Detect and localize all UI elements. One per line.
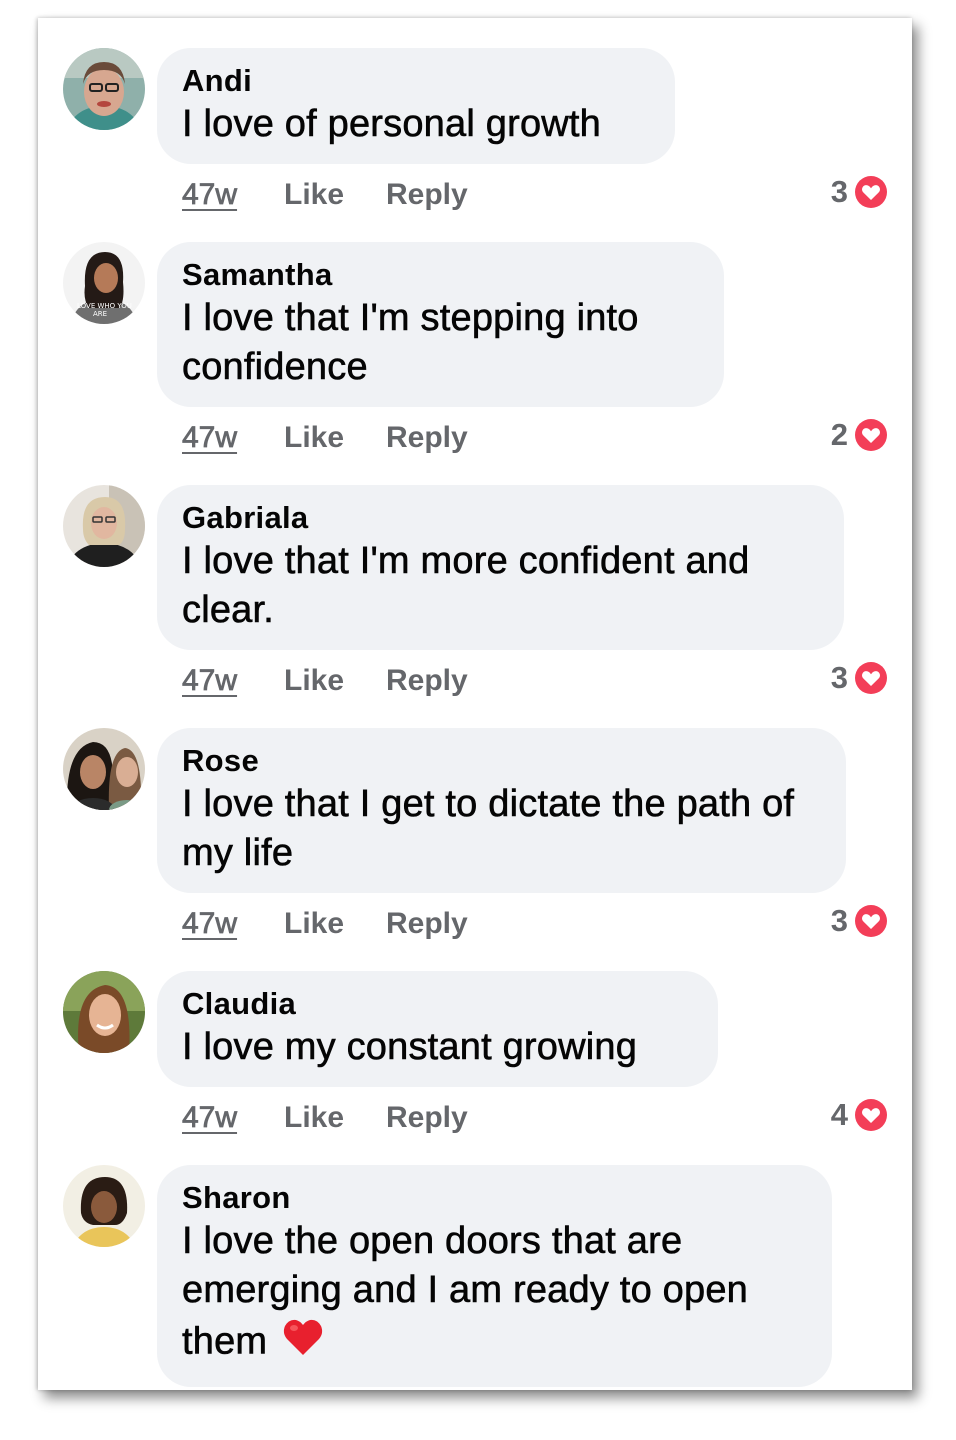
avatar[interactable]: LOVE WHO YOU ARE (63, 242, 145, 324)
red-heart-emoji (281, 1315, 325, 1372)
reaction-count: 2 (830, 417, 848, 452)
comment-author[interactable]: Samantha (182, 256, 699, 294)
reaction-summary[interactable]: 3 (831, 658, 888, 698)
reaction-summary[interactable]: 2 (831, 415, 888, 455)
reply-button[interactable]: Reply (386, 175, 468, 215)
comment-bubble: Gabriala I love that I'm more confident … (157, 485, 844, 650)
reaction-count: 4 (830, 1097, 848, 1132)
comment-bubble: Andi I love of personal growth (157, 48, 675, 164)
comment-author[interactable]: Sharon (182, 1179, 807, 1217)
comment-author[interactable]: Andi (182, 62, 650, 100)
comment-timestamp[interactable]: 47w (182, 175, 238, 215)
comment-text: I love that I get to dictate the path of… (182, 783, 795, 875)
comment-actions: 47w Like Reply (182, 661, 882, 701)
comment-text: I love of personal growth (182, 103, 602, 146)
comment-text: I love my constant growing (182, 1026, 638, 1069)
comment-bubble: Claudia I love my constant growing (157, 971, 718, 1087)
reaction-count: 3 (830, 903, 848, 938)
like-button[interactable]: Like (284, 418, 344, 458)
comment-text: I love the open doors that are emerging … (182, 1217, 812, 1372)
comment-timestamp[interactable]: 47w (182, 904, 238, 944)
avatar[interactable] (63, 48, 145, 130)
like-button[interactable]: Like (284, 1098, 344, 1138)
reaction-summary[interactable]: 3 (831, 901, 888, 941)
comment-timestamp[interactable]: 47w (182, 418, 238, 458)
love-reaction-icon (855, 905, 887, 937)
comment-author[interactable]: Claudia (182, 985, 693, 1023)
comment-author[interactable]: Rose (182, 742, 821, 780)
comment-text-body: I love the open doors that are emerging … (182, 1220, 748, 1363)
love-reaction-icon (855, 419, 887, 451)
svg-text:LOVE WHO YOU: LOVE WHO YOU (77, 302, 132, 310)
comment-actions: 47w Like Reply (182, 1098, 882, 1138)
comment-bubble: Samantha I love that I'm stepping into c… (157, 242, 724, 407)
reaction-count: 3 (830, 174, 848, 209)
avatar[interactable] (63, 728, 145, 810)
reaction-count: 3 (830, 660, 848, 695)
reaction-summary[interactable]: 4 (831, 1095, 888, 1135)
reply-button[interactable]: Reply (386, 418, 468, 458)
reaction-summary[interactable]: 3 (831, 172, 888, 212)
avatar[interactable] (63, 1165, 145, 1247)
avatar[interactable] (63, 971, 145, 1053)
reply-button[interactable]: Reply (386, 904, 468, 944)
avatar[interactable] (63, 485, 145, 567)
comment-bubble: Sharon I love the open doors that are em… (157, 1165, 832, 1387)
comment-actions: 47w Like Reply (182, 175, 882, 215)
reply-button[interactable]: Reply (386, 661, 468, 701)
comment-timestamp[interactable]: 47w (182, 661, 238, 701)
comment-timestamp[interactable]: 47w (182, 1098, 238, 1138)
love-reaction-icon (855, 1099, 887, 1131)
reply-button[interactable]: Reply (386, 1098, 468, 1138)
comment-author[interactable]: Gabriala (182, 499, 819, 537)
comment-text: I love that I'm more confident and clear… (182, 540, 750, 632)
svg-text:ARE: ARE (93, 310, 107, 318)
comments-panel: Andi I love of personal growth 47w Like … (38, 18, 912, 1390)
love-reaction-icon (855, 176, 887, 208)
love-reaction-icon (855, 662, 887, 694)
comment-actions: 47w Like Reply (182, 418, 882, 458)
comment-text: I love that I'm stepping into confidence (182, 297, 639, 389)
like-button[interactable]: Like (284, 661, 344, 701)
comment-bubble: Rose I love that I get to dictate the pa… (157, 728, 846, 893)
comment-actions: 47w Like Reply (182, 904, 882, 944)
like-button[interactable]: Like (284, 904, 344, 944)
like-button[interactable]: Like (284, 175, 344, 215)
